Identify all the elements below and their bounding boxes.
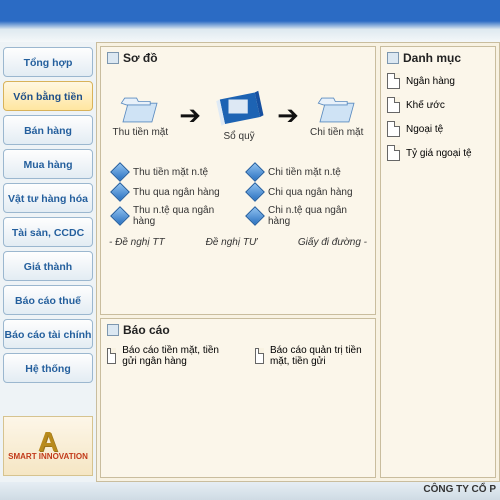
sidebar-item-vonbangtien[interactable]: Vốn bằng tiền	[3, 81, 93, 111]
main-layout: Tổng hợp Vốn bằng tiền Bán hàng Mua hàng…	[0, 42, 500, 482]
sidebar-item-tonghop[interactable]: Tổng hợp	[3, 47, 93, 77]
link-thu-nganhang[interactable]: Thu qua ngân hàng	[113, 185, 228, 199]
document-icon	[107, 348, 116, 364]
content-area: Sơ đồ Thu tiền mặt ➔	[96, 42, 500, 482]
report-row: Báo cáo tiền mặt, tiền gửi ngân hàng Báo…	[107, 341, 369, 367]
link-denghi-tu[interactable]: Đề nghị TƯ	[206, 237, 257, 248]
diamond-icon	[110, 206, 130, 226]
diagram-icon	[107, 52, 119, 64]
flow-right-label: Chi tiền mặt	[310, 127, 363, 138]
sidebar-item-baocaothue[interactable]: Báo cáo thuế	[3, 285, 93, 315]
catalog-icon	[387, 52, 399, 64]
diamond-icon	[245, 206, 265, 226]
document-icon	[387, 73, 400, 89]
sidebar-item-giathanh[interactable]: Giá thành	[3, 251, 93, 281]
catalog-item-kheuoc[interactable]: Khế ước	[387, 93, 489, 117]
link-grid: Thu tiền mặt n.tệ Thu qua ngân hàng Thu …	[107, 161, 369, 231]
document-icon	[387, 121, 400, 137]
report-title-text: Báo cáo	[123, 323, 170, 337]
link-chi-nte[interactable]: Chi tiền mặt n.tệ	[248, 165, 363, 179]
document-icon	[387, 97, 400, 113]
folder-open-icon	[316, 93, 358, 127]
report-panel: Báo cáo Báo cáo tiền mặt, tiền gửi ngân …	[100, 318, 376, 478]
content-left: Sơ đồ Thu tiền mặt ➔	[100, 46, 376, 478]
arrow-right-icon: ➔	[277, 100, 299, 131]
diamond-icon	[110, 182, 130, 202]
sidebar-item-taisan[interactable]: Tài sản, CCDC	[3, 217, 93, 247]
diagram-panel: Sơ đồ Thu tiền mặt ➔	[100, 46, 376, 315]
link-thu-nte-nganhang[interactable]: Thu n.tệ qua ngân hàng	[113, 205, 228, 227]
catalog-title: Danh mục	[387, 51, 489, 65]
catalog-item-nganhang[interactable]: Ngân hàng	[387, 69, 489, 93]
flow-so-quy[interactable]: Sổ quỹ	[212, 89, 266, 142]
link-giaydiduong[interactable]: Giấy đi đường -	[298, 237, 367, 248]
sidebar-item-muahang[interactable]: Mua hàng	[3, 149, 93, 179]
company-name: CÔNG TY CỔ P	[423, 484, 496, 495]
logo: A SMART INNOVATION	[3, 416, 93, 476]
flow-thu-tien-mat[interactable]: Thu tiền mặt	[113, 93, 169, 138]
logo-icon: A	[38, 432, 58, 452]
flow-left-label: Thu tiền mặt	[113, 127, 169, 138]
status-bar: CÔNG TY CỔ P	[0, 482, 500, 500]
report-item-quantri[interactable]: Báo cáo quản trị tiền mặt, tiền gửi	[255, 345, 369, 367]
catalog-panel: Danh mục Ngân hàng Khế ước Ngoại tệ Tỷ g…	[380, 46, 496, 478]
catalog-item-ngoaite[interactable]: Ngoại tệ	[387, 117, 489, 141]
report-item-tienmat[interactable]: Báo cáo tiền mặt, tiền gửi ngân hàng	[107, 345, 231, 367]
document-icon	[387, 145, 400, 161]
links-right: Chi tiền mặt n.tệ Chi qua ngân hàng Chi …	[248, 165, 363, 227]
folder-open-icon	[119, 93, 161, 127]
diamond-icon	[245, 182, 265, 202]
link-thu-nte[interactable]: Thu tiền mặt n.tệ	[113, 165, 228, 179]
document-icon	[255, 348, 264, 364]
sidebar-item-vattu[interactable]: Vật tư hàng hóa	[3, 183, 93, 213]
flow-chi-tien-mat[interactable]: Chi tiền mặt	[310, 93, 363, 138]
report-title: Báo cáo	[107, 323, 369, 337]
sidebar: Tổng hợp Vốn bằng tiền Bán hàng Mua hàng…	[0, 42, 96, 482]
catalog-item-tygia[interactable]: Tỷ giá ngoại tệ	[387, 141, 489, 165]
ledger-book-icon	[212, 89, 266, 131]
title-bar	[0, 0, 500, 42]
sidebar-item-baocaotc[interactable]: Báo cáo tài chính	[3, 319, 93, 349]
link-denghi-tt[interactable]: - Đề nghị TT	[109, 237, 165, 248]
diamond-icon	[110, 162, 130, 182]
catalog-title-text: Danh mục	[403, 51, 461, 65]
flow-row: Thu tiền mặt ➔ Sổ quỹ ➔	[107, 69, 369, 161]
link-chi-nte-nganhang[interactable]: Chi n.tệ qua ngân hàng	[248, 205, 363, 227]
diagram-title-text: Sơ đồ	[123, 51, 158, 65]
link-chi-nganhang[interactable]: Chi qua ngân hàng	[248, 185, 363, 199]
diagram-title: Sơ đồ	[107, 51, 369, 65]
links-left: Thu tiền mặt n.tệ Thu qua ngân hàng Thu …	[113, 165, 228, 227]
flow-center-label: Sổ quỹ	[224, 131, 255, 142]
sidebar-item-hethong[interactable]: Hệ thống	[3, 353, 93, 383]
sidebar-item-banhang[interactable]: Bán hàng	[3, 115, 93, 145]
report-icon	[107, 324, 119, 336]
diamond-icon	[245, 162, 265, 182]
arrow-right-icon: ➔	[179, 100, 201, 131]
bottom-links: - Đề nghị TT Đề nghị TƯ Giấy đi đường -	[107, 231, 369, 250]
